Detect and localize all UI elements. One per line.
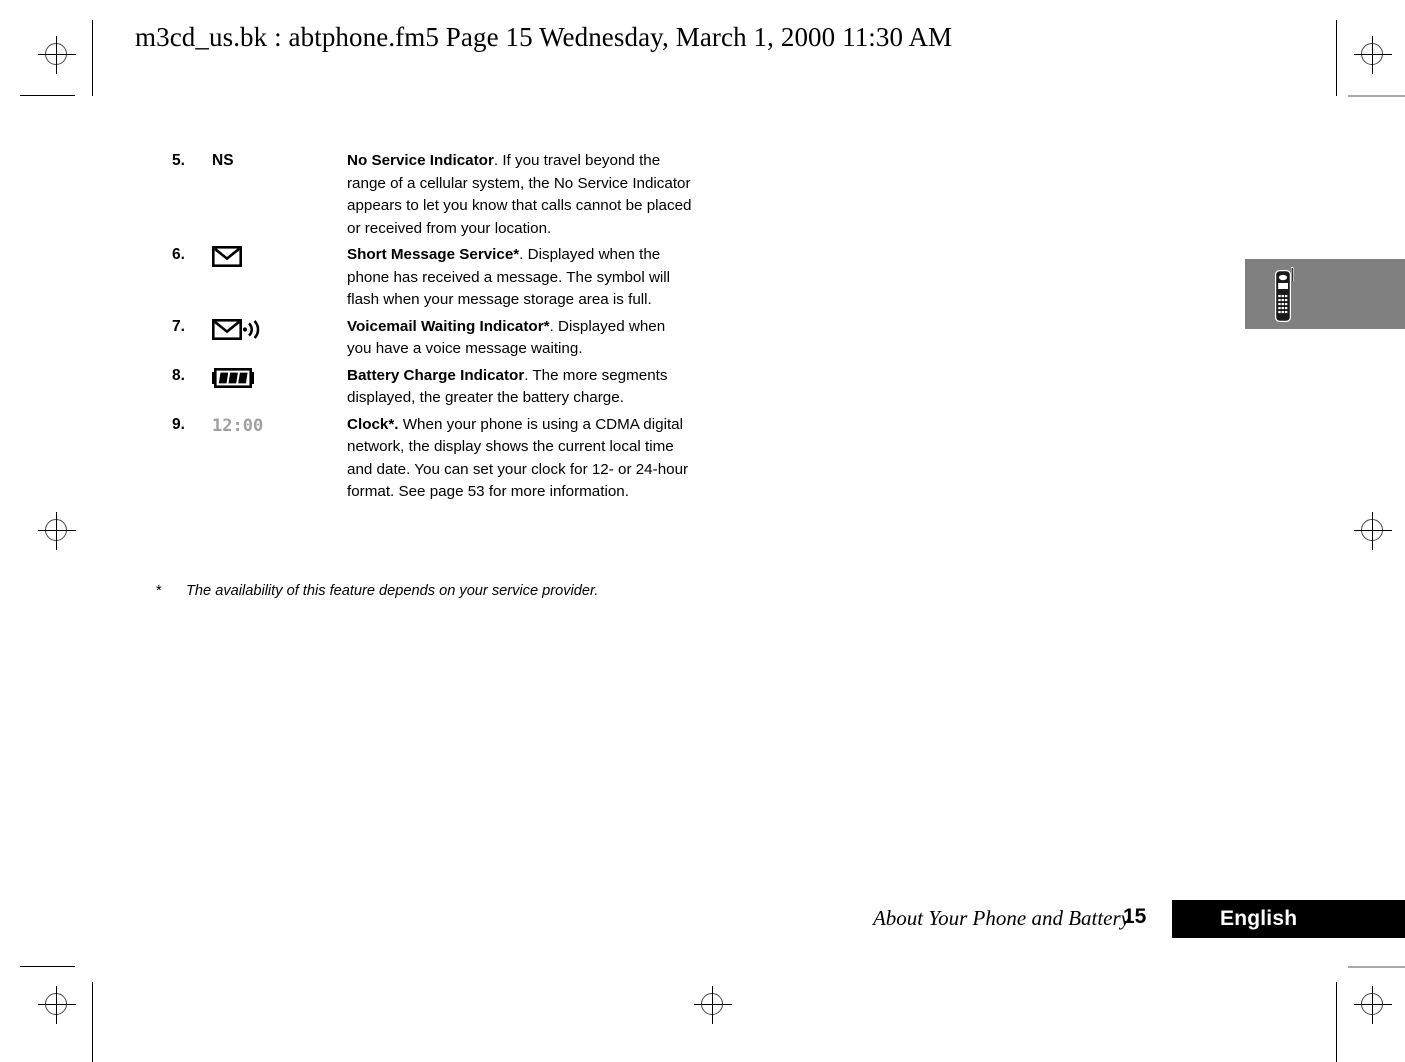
registration-mark-bottom-left [38,986,76,1024]
document-page: m3cd_us.bk : abtphone.fm5 Page 15 Wednes… [0,0,1405,1062]
list-item-symbol: NS [212,150,347,173]
list-item-description: Voicemail Waiting Indicator*. Displayed … [347,316,692,361]
crop-mark-bottom-right-vertical [1336,982,1337,1062]
list-item-title: Clock*. [347,415,399,433]
registration-mark-top-left [38,36,76,74]
battery-icon-wrap [212,367,254,388]
registration-mark-top-right [1354,36,1392,74]
list-item-symbol [212,316,347,348]
crop-mark-top-right-horizontal [1348,95,1405,97]
list-item-symbol [212,365,347,396]
registration-mark-mid-left [38,512,76,550]
footer-section-title: About Your Phone and Battery [872,906,1130,930]
list-item-description: No Service Indicator. If you travel beyo… [347,150,692,240]
footnote: * The availability of this feature depend… [156,581,756,601]
crop-mark-top-left-horizontal [20,95,75,96]
envelope-sound-icon [212,318,260,340]
list-item-number: 9. [172,415,185,433]
list-item-symbol [212,244,347,275]
footnote-text: The availability of this feature depends… [186,583,599,599]
list-item: 8. Battery Charge Indicator. The more se… [172,365,692,410]
crop-mark-bottom-right-horizontal [1348,966,1405,968]
indicator-list: 5. NS No Service Indicator. If you trave… [172,150,692,508]
crop-mark-bottom-left-horizontal [20,966,75,967]
list-item: 9. 12:00 Clock*. When your phone is usin… [172,414,692,504]
list-item-symbol: 12:00 [212,414,347,439]
registration-mark-bottom-right [1354,986,1392,1024]
footer-page-number: 15 [1123,905,1147,928]
registration-mark-mid-right [1354,512,1392,550]
list-item-title: No Service Indicator [347,152,494,169]
list-item-description: Clock*. When your phone is using a CDMA … [347,414,692,504]
list-item: 5. NS No Service Indicator. If you trave… [172,150,692,240]
list-item: 7. Voicemail Waiting Indicator*. Display… [172,316,692,361]
list-item-number: 7. [172,317,185,335]
crop-mark-top-left-vertical [92,20,93,96]
no-service-text-icon: NS [212,152,234,169]
crop-mark-bottom-left-vertical [92,982,93,1062]
list-item-body: When your phone is using a CDMA digital … [347,415,689,501]
battery-charge-icon [212,367,254,388]
lcd-clock-icon: 12:00 [212,415,264,436]
side-tab [1245,259,1405,329]
list-item-title: Battery Charge Indicator [347,366,525,384]
language-label: English [1220,907,1298,930]
list-item-number: 5. [172,152,185,169]
page-footer: About Your Phone and Battery 15 English [0,900,1405,940]
envelope-icon-wrap [212,246,242,267]
envelope-icon [212,246,242,267]
list-item-number: 6. [172,246,185,263]
crop-mark-top-right-vertical [1336,20,1337,96]
page-header-text: m3cd_us.bk : abtphone.fm5 Page 15 Wednes… [135,22,953,52]
list-item-description: Short Message Service*. Displayed when t… [347,244,692,312]
envelope-sound-icon-wrap [212,318,264,340]
footnote-marker: * [156,583,162,599]
list-item-title: Short Message Service* [347,246,520,263]
language-bar: English [1172,900,1405,938]
list-item-description: Battery Charge Indicator. The more segme… [347,365,692,410]
list-item-title: Voicemail Waiting Indicator* [347,317,550,335]
list-item: 6. Short Message Service*. Displayed whe… [172,244,692,312]
list-item-number: 8. [172,366,185,384]
registration-mark-bottom-center [694,986,732,1024]
cellular-phone-icon [1275,267,1294,322]
